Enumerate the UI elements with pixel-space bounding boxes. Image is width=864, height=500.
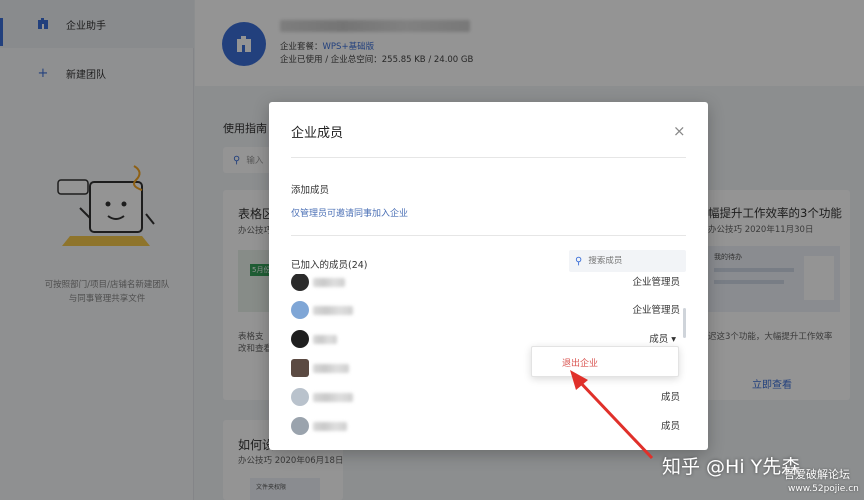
member-name-redacted	[313, 335, 337, 344]
member-list-scrollbar[interactable]	[683, 308, 686, 338]
member-name-redacted	[313, 422, 347, 431]
member-name-redacted	[313, 278, 345, 287]
member-role: 企业管理员	[632, 277, 680, 288]
annotation-arrow	[570, 370, 654, 460]
dialog-title: 企业成员	[291, 126, 344, 141]
avatar	[291, 388, 309, 406]
avatar	[291, 274, 309, 291]
avatar	[291, 330, 309, 348]
member-name-redacted	[313, 393, 353, 402]
divider	[291, 235, 686, 236]
member-role: 成员	[660, 392, 680, 403]
add-member-hint: 仅管理员可邀请同事加入企业	[291, 209, 409, 219]
close-icon[interactable]: ×	[673, 122, 686, 140]
member-search-input[interactable]	[588, 256, 679, 266]
member-search[interactable]: ⚲	[569, 250, 686, 272]
member-row[interactable]: 企业管理员	[291, 296, 686, 325]
avatar	[291, 301, 309, 319]
avatar	[291, 417, 309, 435]
avatar	[291, 359, 309, 377]
member-role: 成员	[660, 421, 680, 432]
member-role-dropdown[interactable]: 成员 ▾	[649, 331, 676, 345]
member-name-redacted	[313, 306, 353, 315]
member-role: 企业管理员	[632, 305, 680, 316]
divider	[291, 157, 686, 158]
watermark-zhihu: 知乎 @Hi Y先森	[662, 456, 801, 478]
member-row[interactable]: 企业管理员	[291, 274, 686, 297]
add-member-label: 添加成员	[291, 185, 330, 196]
watermark-forum: 吾爱破解论坛	[784, 468, 850, 481]
watermark-url: www.52pojie.cn	[788, 484, 859, 494]
joined-members-label: 已加入的成员(24)	[291, 260, 368, 271]
member-name-redacted	[313, 364, 349, 373]
search-icon: ⚲	[575, 255, 583, 267]
